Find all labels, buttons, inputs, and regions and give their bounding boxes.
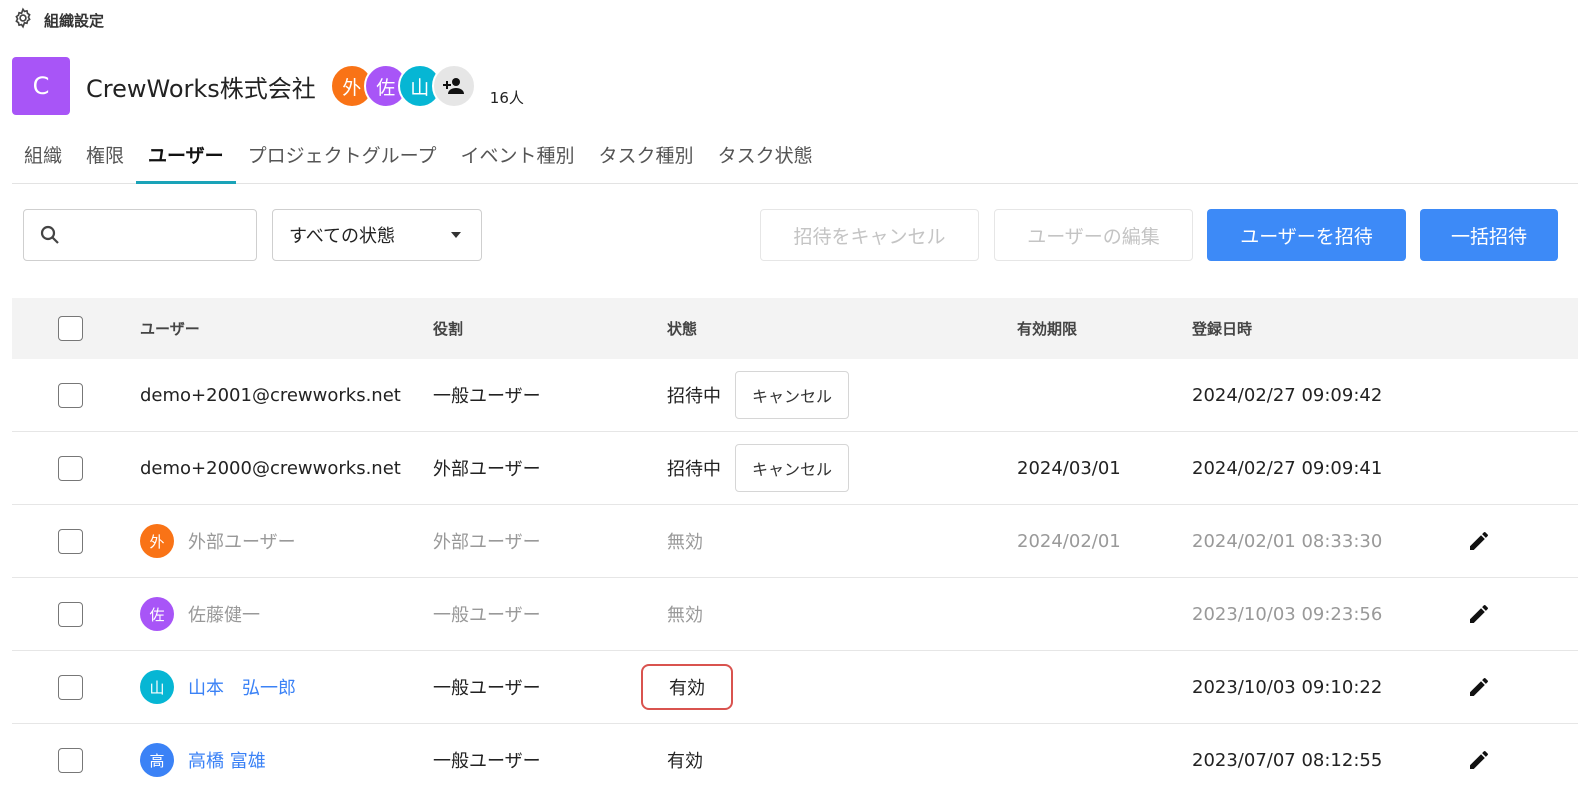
tab-task-types[interactable]: タスク種別 [587,138,706,184]
tab-users[interactable]: ユーザー [136,138,236,184]
column-status: 状態 [667,320,698,338]
table-row[interactable]: 外 外部ユーザー 外部ユーザー 無効 2024/02/01 2024/02/01… [12,505,1578,578]
column-registered: 登録日時 [1192,320,1253,338]
search-input[interactable] [70,226,240,244]
registered-date: 2023/10/03 09:23:56 [1192,603,1383,625]
user-role: 一般ユーザー [433,386,541,407]
user-toolbar: すべての状態 招待をキャンセル ユーザーの編集 ユーザーを招待 一括招待 [0,209,1578,261]
table-row[interactable]: demo+2001@crewworks.net 一般ユーザー 招待中 キャンセル… [12,359,1578,432]
user-role: 外部ユーザー [433,459,541,480]
user-role: 外部ユーザー [433,532,541,553]
table-row[interactable]: 山 山本 弘一郎 一般ユーザー 有効 2023/10/03 09:10:22 [12,651,1578,724]
user-avatar: 高 [140,743,174,777]
column-user: ユーザー [140,320,200,338]
search-icon [40,225,59,244]
invite-user-button[interactable]: ユーザーを招待 [1207,209,1406,261]
chevron-down-icon [451,232,461,238]
table-header: ユーザー 役割 状態 有効期限 登録日時 [12,298,1578,359]
settings-header: 組織設定 [12,6,104,34]
registered-date: 2024/02/01 08:33:30 [1192,530,1383,552]
org-logo: C [12,57,70,115]
users-table: ユーザー 役割 状態 有効期限 登録日時 demo+2001@crewworks… [12,298,1578,786]
table-row[interactable]: demo+2000@crewworks.net 外部ユーザー 招待中 キャンセル… [12,432,1578,505]
tab-event-types[interactable]: イベント種別 [449,138,587,184]
status-filter-value: すべての状態 [289,226,396,247]
user-avatar: 山 [140,670,174,704]
user-name[interactable]: 高橋 富雄 [188,747,266,773]
user-status: 招待中 [667,386,721,407]
bulk-invite-button[interactable]: 一括招待 [1420,209,1558,261]
column-expire: 有効期限 [1017,320,1078,338]
org-header: C CrewWorks株式会社 外 佐 山 16人 [12,57,524,115]
user-status: 無効 [667,532,703,553]
user-email: demo+2000@crewworks.net [140,457,401,479]
user-status: 有効 [667,751,703,772]
user-status: 無効 [667,605,703,626]
expire-date: 2024/02/01 [1017,530,1121,552]
registered-date: 2024/02/27 09:09:42 [1192,384,1383,406]
edit-user-button[interactable]: ユーザーの編集 [994,209,1193,261]
expire-date: 2024/03/01 [1017,457,1121,479]
registered-date: 2023/07/07 08:12:55 [1192,749,1383,771]
user-role: 一般ユーザー [433,678,541,699]
gear-icon [12,7,34,33]
tab-permissions[interactable]: 権限 [74,138,136,184]
edit-user-icon[interactable] [1467,505,1491,577]
user-name[interactable]: 佐藤健一 [188,601,260,627]
org-name: CrewWorks株式会社 [86,74,316,103]
tab-organization[interactable]: 組織 [12,138,74,184]
user-role: 一般ユーザー [433,751,541,772]
edit-user-icon[interactable] [1467,578,1491,650]
registered-date: 2024/02/27 09:09:41 [1192,457,1383,479]
row-checkbox[interactable] [58,456,83,481]
user-email: demo+2001@crewworks.net [140,384,401,406]
add-member-button[interactable] [431,64,476,108]
member-count: 16人 [489,88,524,107]
select-all-checkbox[interactable] [58,316,83,341]
user-name[interactable]: 山本 弘一郎 [188,674,296,700]
cancel-invite-button[interactable]: 招待をキャンセル [760,209,979,261]
column-role: 役割 [433,320,464,338]
row-checkbox[interactable] [58,602,83,627]
table-row[interactable]: 高 高橋 富雄 一般ユーザー 有効 2023/07/07 08:12:55 [12,724,1578,786]
member-avatars[interactable]: 外 佐 山 [329,64,476,108]
page-title: 組織設定 [44,11,105,30]
row-checkbox[interactable] [58,529,83,554]
user-avatar: 佐 [140,597,174,631]
user-name[interactable]: 外部ユーザー [188,528,296,554]
edit-user-icon[interactable] [1467,651,1491,723]
edit-user-icon[interactable] [1467,724,1491,786]
registered-date: 2023/10/03 09:10:22 [1192,676,1383,698]
person-add-icon [442,78,464,94]
table-row[interactable]: 佐 佐藤健一 一般ユーザー 無効 2023/10/03 09:23:56 [12,578,1578,651]
user-status: 有効 [641,664,733,710]
tab-project-groups[interactable]: プロジェクトグループ [236,138,449,184]
user-avatar: 外 [140,524,174,558]
status-filter-select[interactable]: すべての状態 [272,209,482,261]
row-checkbox[interactable] [58,383,83,408]
cancel-invitation-button[interactable]: キャンセル [735,444,850,492]
user-status: 招待中 [667,459,721,480]
user-role: 一般ユーザー [433,605,541,626]
cancel-invitation-button[interactable]: キャンセル [735,371,850,419]
row-checkbox[interactable] [58,675,83,700]
tab-task-status[interactable]: タスク状態 [706,138,825,184]
row-checkbox[interactable] [58,748,83,773]
search-box[interactable] [23,209,257,261]
settings-tabs: 組織 権限 ユーザー プロジェクトグループ イベント種別 タスク種別 タスク状態 [12,138,1578,184]
